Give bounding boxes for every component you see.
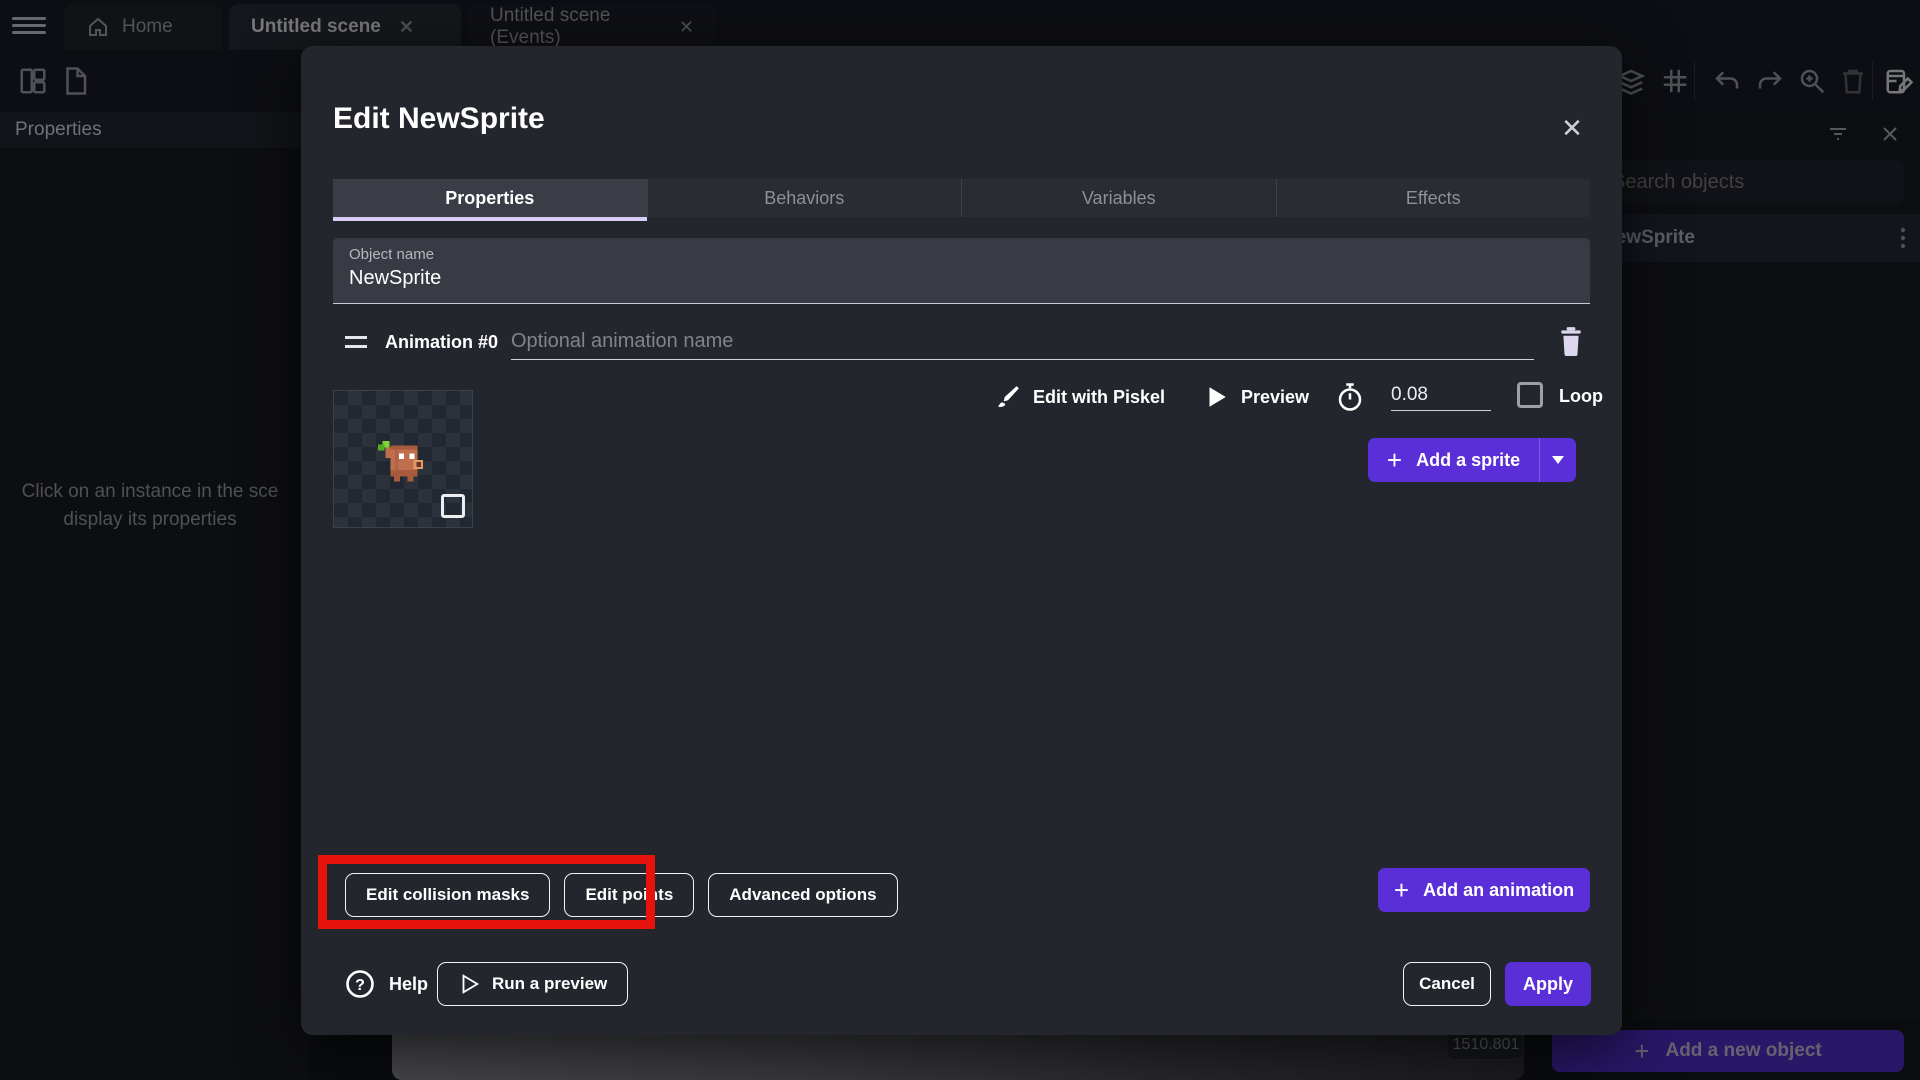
object-name-value: NewSprite bbox=[349, 267, 442, 289]
sprite-tools-row: Edit collision masks Edit points Advance… bbox=[345, 873, 898, 917]
preview-label: Preview bbox=[1241, 386, 1310, 407]
add-animation-label: Add an animation bbox=[1423, 879, 1575, 900]
animation-row: Animation #0 bbox=[333, 324, 1590, 364]
advanced-options-button[interactable]: Advanced options bbox=[708, 873, 898, 917]
edit-collision-masks-button[interactable]: Edit collision masks bbox=[345, 873, 551, 917]
sprite-frame-thumbnail[interactable] bbox=[333, 390, 473, 528]
add-animation-button[interactable]: + Add an animation bbox=[1378, 868, 1590, 912]
brush-icon bbox=[998, 386, 1019, 407]
add-sprite-label: Add a sprite bbox=[1416, 449, 1521, 470]
tab-behaviors[interactable]: Behaviors bbox=[646, 179, 962, 217]
dialog-close-icon[interactable]: ✕ bbox=[1558, 114, 1586, 142]
help-button[interactable]: ? Help bbox=[345, 962, 428, 1006]
object-name-field[interactable]: Object name NewSprite bbox=[333, 238, 1590, 304]
add-sprite-dropdown-button[interactable] bbox=[1540, 438, 1576, 482]
preview-animation-button[interactable]: Preview bbox=[1203, 379, 1309, 415]
loop-checkbox[interactable] bbox=[1517, 382, 1543, 408]
tab-variables[interactable]: Variables bbox=[961, 179, 1276, 217]
svg-text:?: ? bbox=[355, 977, 365, 994]
tab-effects[interactable]: Effects bbox=[1275, 179, 1591, 217]
play-outline-icon bbox=[462, 974, 480, 994]
delete-animation-trash-icon[interactable] bbox=[1558, 326, 1584, 357]
frame-select-checkbox[interactable] bbox=[441, 494, 465, 518]
plus-icon: + bbox=[1393, 875, 1410, 905]
plus-icon: + bbox=[1386, 445, 1403, 475]
stopwatch-icon bbox=[1335, 379, 1365, 415]
caret-down-icon bbox=[1552, 456, 1564, 464]
run-preview-label: Run a preview bbox=[492, 974, 608, 993]
question-circle-icon: ? bbox=[346, 970, 374, 998]
apply-button[interactable]: Apply bbox=[1505, 962, 1591, 1006]
gdevelop-window: Home Untitled scene ✕ Untitled scene (Ev… bbox=[0, 0, 1920, 1080]
animation-name-input[interactable] bbox=[511, 324, 1534, 360]
add-sprite-split-button: + Add a sprite bbox=[1368, 438, 1576, 482]
help-label: Help bbox=[389, 973, 429, 994]
run-preview-button[interactable]: Run a preview bbox=[437, 962, 629, 1006]
edit-with-piskel-button[interactable]: Edit with Piskel bbox=[995, 379, 1165, 415]
frame-actions-row: Edit with Piskel Preview Loop bbox=[333, 379, 1603, 415]
animation-label: Animation #0 bbox=[385, 332, 499, 352]
dialog-tabs: Properties Behaviors Variables Effects bbox=[333, 179, 1591, 221]
dialog-footer: ? Help Run a preview Cancel Apply bbox=[345, 962, 1591, 1006]
dialog-title: Edit NewSprite bbox=[333, 102, 545, 135]
tab-properties[interactable]: Properties bbox=[333, 179, 647, 221]
edit-sprite-dialog: Edit NewSprite ✕ Properties Behaviors Va… bbox=[301, 46, 1622, 1035]
time-between-frames-input[interactable] bbox=[1391, 379, 1491, 411]
object-name-label: Object name bbox=[349, 246, 435, 263]
drag-handle-icon[interactable] bbox=[345, 336, 367, 348]
add-sprite-button[interactable]: + Add a sprite bbox=[1368, 438, 1540, 482]
play-icon bbox=[1209, 387, 1226, 407]
edit-with-piskel-label: Edit with Piskel bbox=[1033, 386, 1166, 407]
loop-label: Loop bbox=[1559, 386, 1603, 406]
pig-sprite-image bbox=[378, 441, 423, 482]
cancel-button[interactable]: Cancel bbox=[1403, 962, 1491, 1006]
edit-points-button[interactable]: Edit points bbox=[564, 873, 695, 917]
